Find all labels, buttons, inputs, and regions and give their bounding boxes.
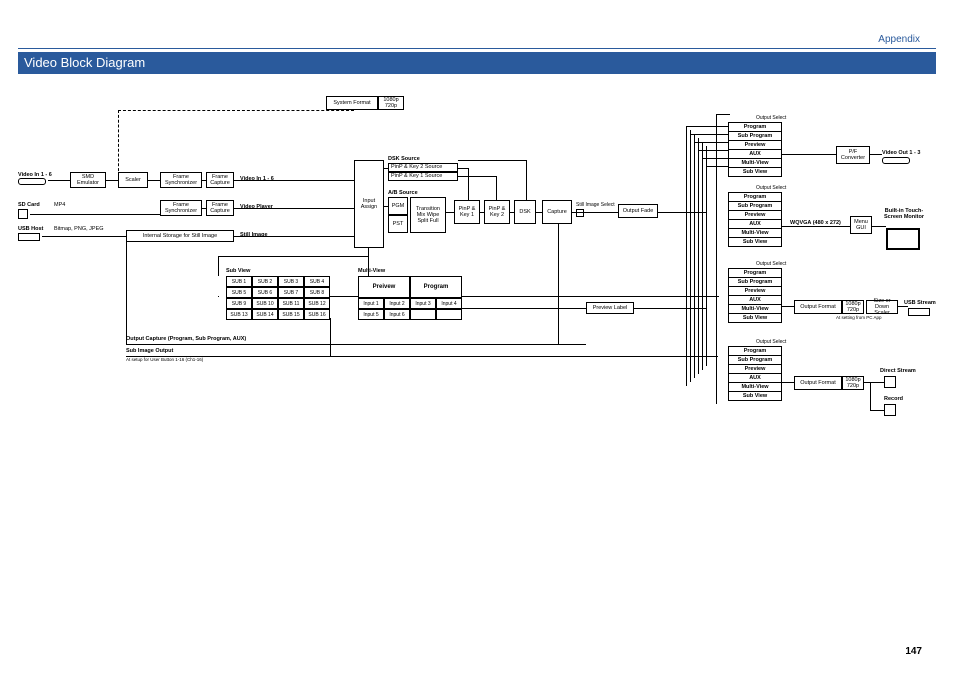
system-format-opts: 1080p 720p bbox=[378, 96, 404, 110]
pinp-key-2: PinP & Key 2 bbox=[484, 200, 510, 224]
output-format-4: Output Format bbox=[794, 376, 842, 390]
pst-box: PST bbox=[388, 215, 408, 233]
output-select-4: ProgramSub ProgramPreviewAUXMulti-ViewSu… bbox=[728, 346, 782, 401]
smd-emulator: SMD Emulator bbox=[70, 172, 106, 188]
preview-label-box: Preview Label bbox=[586, 302, 634, 314]
system-format-box: System Format bbox=[326, 96, 378, 110]
menu-gui: Menu GUI bbox=[850, 216, 872, 234]
pgm-box: PGM bbox=[388, 197, 408, 215]
usb-label: USB Host bbox=[18, 226, 43, 232]
direct-stream-label: Direct Stream bbox=[880, 368, 916, 374]
dsk-box: DSK bbox=[514, 200, 536, 224]
transition-box: Transition Mix Wipe Split Full bbox=[410, 197, 446, 233]
usb-fmt: Bitmap, PNG, JPEG bbox=[54, 226, 104, 232]
output-capture-label: Output Capture (Program, Sub Program, AU… bbox=[126, 336, 246, 342]
page-number: 147 bbox=[905, 646, 922, 657]
output-select-3: ProgramSub ProgramPreviewAUXMulti-ViewSu… bbox=[728, 268, 782, 323]
frame-sync-1: Frame Synchronizer bbox=[160, 172, 202, 188]
output-format-3: Output Format bbox=[794, 300, 842, 314]
output-select-1-title: Output Select bbox=[756, 116, 786, 122]
usb-stream-port bbox=[908, 308, 930, 316]
frame-capture-1: Frame Capture bbox=[206, 172, 234, 188]
out3-note: At setting from PC App bbox=[836, 316, 882, 321]
output-format-3-opts: 1080p 720p bbox=[842, 300, 864, 314]
internal-storage: Internal Storage for Still Image bbox=[126, 230, 234, 242]
dsk-l1: PinP & Key 2 Source bbox=[388, 163, 458, 172]
output-select-3-title: Output Select bbox=[756, 262, 786, 268]
ab-source-title: A/B Source bbox=[388, 190, 418, 196]
output-select-2: ProgramSub ProgramPreviewAUXMulti-ViewSu… bbox=[728, 192, 782, 247]
multiview-title: Multi-View bbox=[358, 268, 385, 274]
multiview-grid: Preivew Program Input 1Input 2Input 3Inp… bbox=[358, 276, 462, 320]
frame-sync-2: Frame Synchronizer bbox=[160, 200, 202, 216]
sd-fmt: MP4 bbox=[54, 202, 65, 208]
dsk-source-title: DSK Source bbox=[388, 156, 420, 162]
size-downscaler: Size or Down Scaler bbox=[866, 300, 898, 314]
output-select-1: ProgramSub ProgramPreviewAUXMulti-ViewSu… bbox=[728, 122, 782, 177]
subview-grid: SUB 1SUB 2SUB 3SUB 4 SUB 5SUB 6SUB 7SUB … bbox=[226, 276, 330, 320]
block-diagram: System Format 1080p 720p Video In 1 - 6 … bbox=[18, 78, 936, 615]
subview-title: Sub View bbox=[226, 268, 250, 274]
output-format-4-opts: 1080p 720p bbox=[842, 376, 864, 390]
builtin-label: Built-in Touch-Screen Monitor bbox=[880, 208, 928, 220]
pinp-key-1: PinP & Key 1 bbox=[454, 200, 480, 224]
video-out-port bbox=[882, 157, 910, 164]
sub-image-output-label: Sub Image Output bbox=[126, 348, 173, 354]
output-select-4-title: Output Select bbox=[756, 340, 786, 346]
capture-box: Capture bbox=[542, 200, 572, 224]
section-label: Appendix bbox=[878, 34, 920, 45]
still-select-box bbox=[576, 209, 584, 217]
dsk-l2: PinP & Key 1 Source bbox=[388, 172, 458, 181]
direct-stream-port bbox=[884, 376, 896, 388]
input-assign: Input Assign bbox=[354, 160, 384, 248]
frame-capture-2: Frame Capture bbox=[206, 200, 234, 216]
output-select-2-title: Output Select bbox=[756, 186, 786, 192]
sd-port bbox=[18, 209, 28, 219]
still-select: Still Image Select bbox=[576, 203, 615, 209]
video-out-label: Video Out 1 - 3 bbox=[882, 150, 920, 156]
record-label: Record bbox=[884, 396, 903, 402]
usb-stream-label: USB Stream bbox=[904, 300, 936, 306]
monitor-icon bbox=[886, 228, 920, 250]
pf-converter: P/F Converter bbox=[836, 146, 870, 164]
record-port bbox=[884, 404, 896, 416]
video-in-port bbox=[18, 178, 46, 185]
sd-label: SD Card bbox=[18, 202, 40, 208]
scaler: Scaler bbox=[118, 172, 148, 188]
page-title: Video Block Diagram bbox=[18, 52, 936, 74]
bottom-note: At setup for User Button 1-16 (Ch1-16) bbox=[126, 358, 203, 363]
usb-port bbox=[18, 233, 40, 241]
output-fade: Output Fade bbox=[618, 204, 658, 218]
